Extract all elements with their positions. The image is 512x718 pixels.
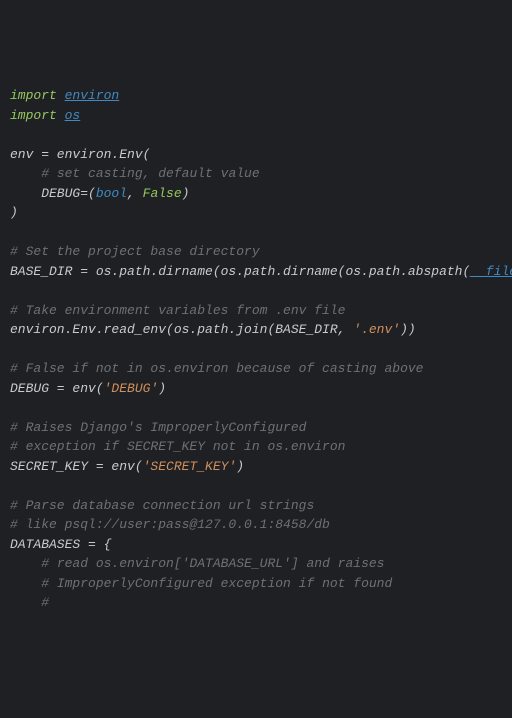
code-token-comment: # Parse database connection url strings bbox=[10, 498, 314, 513]
code-token-mod: environ bbox=[65, 88, 120, 103]
code-token-comment: # ImproperlyConfigured exception if not … bbox=[41, 576, 392, 591]
code-token-kw: import bbox=[10, 88, 57, 103]
code-token-comment: # Raises Django's ImproperlyConfigured bbox=[10, 420, 306, 435]
code-token-kw: import bbox=[10, 108, 57, 123]
code-token-comment: # bbox=[41, 595, 49, 610]
code-token-comment: # set casting, default value bbox=[41, 166, 259, 181]
code-token-mod: os bbox=[65, 108, 81, 123]
code-token-comment: # Set the project base directory bbox=[10, 244, 260, 259]
code-token-builtin: bool bbox=[96, 186, 127, 201]
code-token-comment: # False if not in os.environ because of … bbox=[10, 361, 423, 376]
code-token-str: 'DEBUG' bbox=[104, 381, 159, 396]
code-token-comment: # exception if SECRET_KEY not in os.envi… bbox=[10, 439, 345, 454]
code-token-bool: False bbox=[143, 186, 182, 201]
code-token-comment: # Take environment variables from .env f… bbox=[10, 303, 345, 318]
code-block: import environ import os env = environ.E… bbox=[10, 86, 502, 613]
code-token-str: '.env' bbox=[353, 322, 400, 337]
code-token-comment: # read os.environ['DATABASE_URL'] and ra… bbox=[41, 556, 384, 571]
code-token-dunder: __file__ bbox=[470, 264, 512, 279]
code-token-str: 'SECRET_KEY' bbox=[143, 459, 237, 474]
